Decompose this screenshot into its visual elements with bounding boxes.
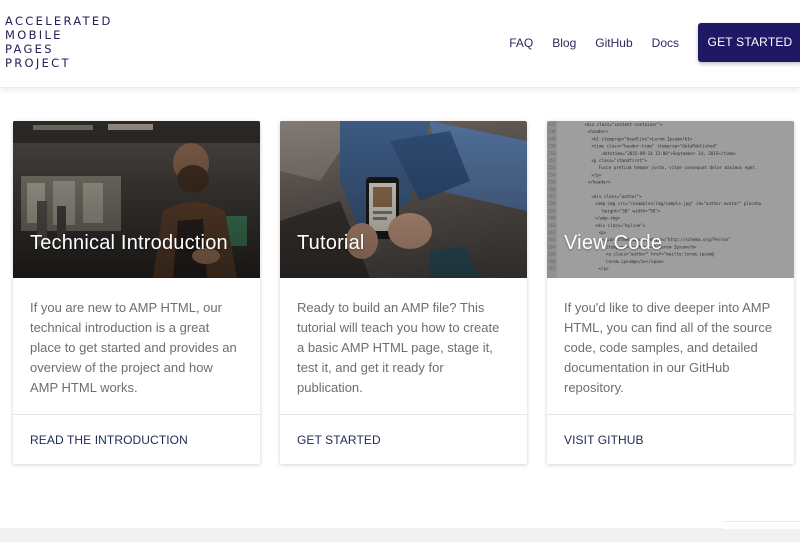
- logo-line: Accelerated: [5, 14, 113, 28]
- logo-line: Project: [5, 56, 71, 70]
- card-description: If you'd like to dive deeper into AMP HT…: [547, 278, 794, 415]
- card-title: Tutorial: [297, 232, 365, 254]
- card-description: Ready to build an AMP file? This tutoria…: [280, 278, 527, 415]
- card-image-code: 147 <div class="content-container"> 148 <he…: [547, 121, 794, 278]
- nav-item-faq[interactable]: FAQ: [509, 36, 533, 50]
- card-description: If you are new to AMP HTML, our technica…: [13, 278, 260, 415]
- nav-item-blog[interactable]: Blog: [552, 36, 576, 50]
- main-nav: FAQ Blog GitHub Docs: [509, 36, 679, 50]
- card-technical-introduction: Technical Introduction If you are new to…: [13, 121, 260, 464]
- nav-item-github[interactable]: GitHub: [595, 36, 632, 50]
- nav-item-docs[interactable]: Docs: [652, 36, 679, 50]
- card-title: View Code: [564, 232, 663, 254]
- card-title: Technical Introduction: [30, 232, 228, 254]
- footer-notch: [723, 521, 800, 529]
- site-logo[interactable]: Accelerated Mobile Pages Project: [5, 14, 113, 70]
- card-image-phone: Tutorial: [280, 121, 527, 278]
- get-started-link[interactable]: GET STARTED: [280, 415, 527, 447]
- get-started-button[interactable]: GET STARTED: [698, 23, 800, 62]
- card-view-code: 147 <div class="content-container"> 148 <he…: [547, 121, 794, 464]
- logo-line: Pages: [5, 42, 54, 56]
- logo-line: Mobile: [5, 28, 63, 42]
- card-image-office: Technical Introduction: [13, 121, 260, 278]
- card-tutorial: Tutorial Ready to build an AMP file? Thi…: [280, 121, 527, 464]
- footer-strip: [0, 528, 800, 542]
- site-header: Accelerated Mobile Pages Project FAQ Blo…: [0, 0, 800, 88]
- visit-github-link[interactable]: VISIT GITHUB: [547, 415, 794, 447]
- read-introduction-link[interactable]: READ THE INTRODUCTION: [13, 415, 260, 447]
